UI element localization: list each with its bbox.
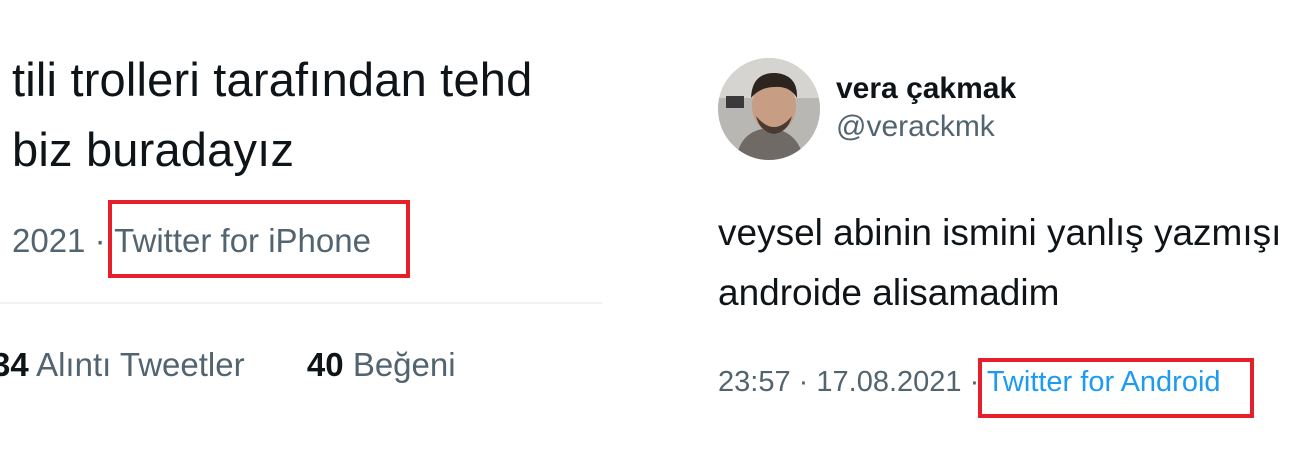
tweet-time[interactable]: 23:57 bbox=[718, 366, 791, 398]
left-tweet-panel: tili trolleri tarafından tehd biz burada… bbox=[0, 0, 610, 454]
highlight-box bbox=[978, 358, 1254, 418]
quote-count: 34 bbox=[0, 346, 29, 383]
highlight-box bbox=[108, 200, 410, 278]
divider bbox=[0, 302, 602, 304]
display-name[interactable]: vera çakmak bbox=[836, 72, 1016, 106]
avatar-image bbox=[718, 58, 820, 160]
meta-separator: · bbox=[94, 222, 106, 259]
tweet-text-line: biz buradayız bbox=[12, 123, 295, 176]
tweet-text-line: tili trolleri tarafından tehd bbox=[12, 53, 533, 106]
right-tweet-panel: vera çakmak @verackmk veysel abinin ismi… bbox=[660, 0, 1312, 454]
tweet-text-line: veysel abinin ismini yanlış yazmışı bbox=[718, 212, 1282, 253]
tweet-text-line: androide alisamadim bbox=[718, 272, 1060, 313]
meta-separator: · bbox=[798, 366, 809, 398]
quote-label: Alıntı Tweetler bbox=[36, 346, 245, 383]
tweet-stats: 34 Alıntı Tweetler 40 Beğeni bbox=[0, 346, 456, 384]
tweet-date[interactable]: 2021 bbox=[12, 222, 85, 259]
likes-stat[interactable]: 40 Beğeni bbox=[307, 346, 456, 383]
like-count: 40 bbox=[306, 346, 344, 383]
tweet-date[interactable]: 17.08.2021 bbox=[816, 366, 961, 398]
user-handle[interactable]: @verackmk bbox=[836, 110, 995, 144]
quote-tweets-stat[interactable]: 34 Alıntı Tweetler bbox=[0, 346, 254, 383]
avatar[interactable] bbox=[718, 58, 820, 160]
like-label: Beğeni bbox=[352, 346, 456, 383]
